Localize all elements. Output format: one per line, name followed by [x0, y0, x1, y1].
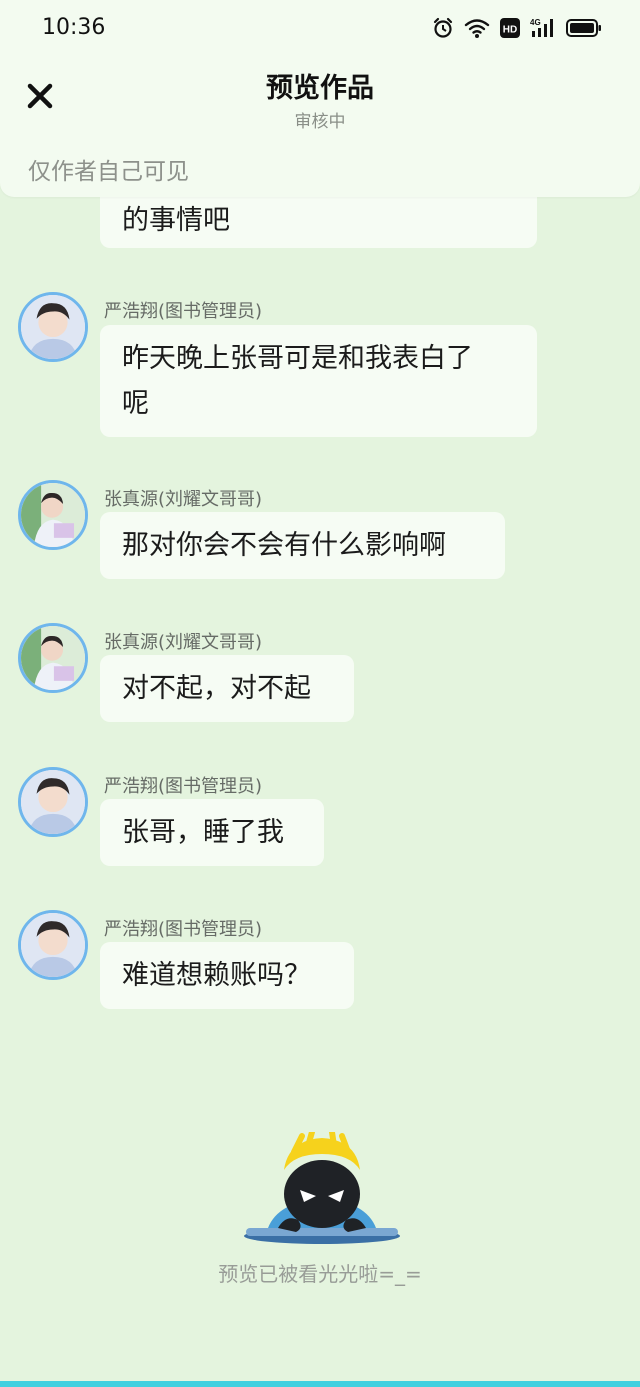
avatar-image	[21, 770, 85, 834]
bottom-bar	[0, 1381, 640, 1387]
sender-name: 严浩翔(图书管理员)	[104, 301, 263, 322]
mascot-illustration	[238, 1129, 406, 1252]
svg-text:4G: 4G	[530, 18, 541, 27]
sender-name: 严浩翔(图书管理员)	[104, 776, 263, 797]
preview-note: 预览已被看光光啦=_=	[218, 1262, 422, 1286]
avatar[interactable]	[18, 767, 88, 837]
avatar-image	[21, 483, 85, 547]
message-bubble: 对不起，对不起	[100, 655, 354, 722]
status-icons: HD 4G	[432, 16, 602, 40]
hd-icon: HD	[500, 18, 520, 38]
svg-text:HD: HD	[503, 25, 517, 36]
message-bubble: 难道想赖账吗？	[100, 942, 354, 1009]
sender-name: 张真源(刘耀文哥哥)	[104, 632, 263, 653]
status-bar: 10:36 HD 4G	[0, 0, 640, 56]
message-text: 的事情吧	[122, 205, 230, 236]
message-bubble: 昨天晚上张哥可是和我表白了 呢	[100, 325, 537, 437]
wifi-icon	[464, 17, 490, 39]
sender-name: 张真源(刘耀文哥哥)	[104, 489, 263, 510]
avatar[interactable]	[18, 623, 88, 693]
alarm-icon	[432, 17, 454, 39]
sender-name: 严浩翔(图书管理员)	[104, 919, 263, 940]
review-status: 审核中	[294, 112, 346, 132]
avatar-image	[21, 913, 85, 977]
message-text-line: 昨天晚上张哥可是和我表白了	[122, 343, 473, 374]
status-time: 10:36	[42, 15, 106, 40]
avatar[interactable]	[18, 480, 88, 550]
header: 10:36 HD 4G 预览作品 审核中 仅作者自己可见	[0, 0, 640, 197]
avatar-image	[21, 626, 85, 690]
message-text: 张哥，睡了我	[122, 817, 284, 848]
signal-4g-icon: 4G	[530, 17, 556, 39]
avatar-image	[21, 295, 85, 359]
message-bubble: 张哥，睡了我	[100, 799, 324, 866]
page-title: 预览作品	[266, 73, 374, 104]
battery-icon	[566, 18, 602, 38]
message-text-line: 呢	[122, 388, 149, 419]
message-bubble: 那对你会不会有什么影响啊	[100, 512, 505, 579]
visibility-note: 仅作者自己可见	[28, 159, 189, 185]
avatar[interactable]	[18, 292, 88, 362]
message-text: 对不起，对不起	[122, 673, 311, 704]
avatar[interactable]	[18, 910, 88, 980]
message-text: 难道想赖账吗？	[122, 960, 311, 991]
message-text: 那对你会不会有什么影响啊	[122, 530, 446, 561]
